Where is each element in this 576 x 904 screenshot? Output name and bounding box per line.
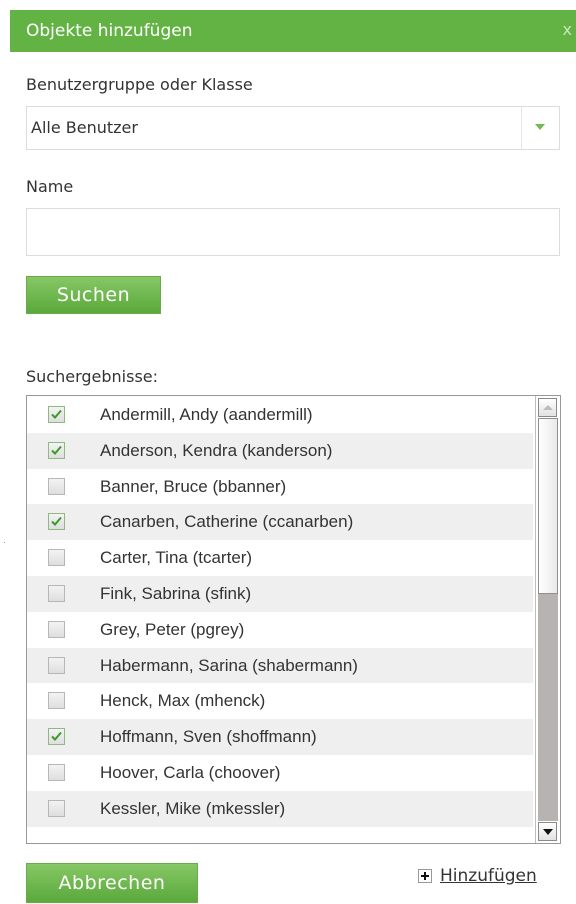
list-item-label: Hoffmann, Sven (shoffmann) xyxy=(100,727,317,747)
list-item[interactable]: Banner, Bruce (bbanner) xyxy=(27,469,533,505)
scrollbar-thumb[interactable] xyxy=(538,418,558,594)
list-item[interactable]: Canarben, Catherine (ccanarben) xyxy=(27,504,533,541)
list-item-label: Henck, Max (mhenck) xyxy=(100,691,266,711)
list-item[interactable]: Grey, Peter (pgrey) xyxy=(27,612,533,648)
name-field-label: Name xyxy=(26,177,74,196)
list-item[interactable]: Hoover, Carla (choover) xyxy=(27,755,533,791)
group-select[interactable]: Alle Benutzer xyxy=(26,106,560,150)
checkbox[interactable] xyxy=(48,764,65,781)
group-field-label: Benutzergruppe oder Klasse xyxy=(26,75,253,94)
list-item[interactable]: Andermill, Andy (aandermill) xyxy=(27,397,533,433)
checkbox-checked[interactable] xyxy=(48,441,65,459)
checkbox[interactable] xyxy=(48,477,65,495)
list-item[interactable]: Carter, Tina (tcarter) xyxy=(27,540,533,576)
list-item[interactable]: Fink, Sabrina (sfink) xyxy=(27,576,533,612)
add-objects-dialog: Objekte hinzufügen x Benutzergruppe oder… xyxy=(10,10,576,904)
checkmark-icon xyxy=(51,409,62,419)
checkbox-checked[interactable] xyxy=(48,728,65,746)
list-item[interactable]: Henck, Max (mhenck) xyxy=(27,683,533,719)
list-item-label: Hoover, Carla (choover) xyxy=(100,763,281,782)
checkbox-checked[interactable] xyxy=(48,513,65,531)
close-icon[interactable]: x xyxy=(563,20,572,40)
name-input[interactable] xyxy=(26,208,560,256)
results-scrollbar[interactable] xyxy=(535,396,560,843)
checkbox[interactable] xyxy=(48,620,65,638)
list-item-label: Fink, Sabrina (sfink) xyxy=(100,584,252,603)
list-item-label: Habermann, Sarina (shabermann) xyxy=(100,655,358,675)
list-item-label: Andermill, Andy (aandermill) xyxy=(100,405,313,424)
scroll-down-button[interactable] xyxy=(538,822,557,841)
checkmark-icon xyxy=(51,517,62,527)
results-list[interactable]: Andermill, Andy (aandermill) Anderson, Ke… xyxy=(26,395,561,844)
list-item[interactable]: Hoffmann, Sven (shoffmann) xyxy=(27,719,533,755)
list-item-label: Kessler, Mike (mkessler) xyxy=(100,798,286,818)
list-item-label: Grey, Peter (pgrey) xyxy=(100,619,245,639)
checkbox[interactable] xyxy=(48,692,65,710)
add-link-label[interactable]: Hinzufügen xyxy=(440,865,537,887)
checkmark-icon xyxy=(51,732,62,742)
group-select-toggle[interactable] xyxy=(521,107,559,149)
checkbox[interactable] xyxy=(48,656,65,674)
checkbox[interactable] xyxy=(48,585,65,602)
search-button[interactable]: Suchen xyxy=(26,276,161,314)
plus-icon xyxy=(418,869,432,883)
list-item-label: Carter, Tina (tcarter) xyxy=(100,548,253,568)
checkbox[interactable] xyxy=(48,549,65,567)
dialog-title: Objekte hinzufügen xyxy=(26,21,193,41)
checkmark-icon xyxy=(51,445,62,455)
scroll-up-button[interactable] xyxy=(538,398,557,417)
cancel-button[interactable]: Abbrechen xyxy=(26,863,198,903)
arrow-down-icon xyxy=(543,829,553,835)
list-item-label: Anderson, Kendra (kanderson) xyxy=(100,440,333,460)
checkbox-checked[interactable] xyxy=(48,406,65,423)
arrow-up-icon xyxy=(543,405,553,410)
page-dot xyxy=(4,542,5,543)
list-item-label: Canarben, Catherine (ccanarben) xyxy=(100,512,354,532)
dialog-titlebar[interactable]: Objekte hinzufügen x xyxy=(10,10,576,52)
group-select-value: Alle Benutzer xyxy=(31,118,138,137)
list-item[interactable]: Kessler, Mike (mkessler) xyxy=(27,790,533,827)
chevron-down-icon xyxy=(535,124,545,130)
list-item-label: Banner, Bruce (bbanner) xyxy=(100,476,287,496)
results-label: Suchergebnisse: xyxy=(26,367,159,386)
checkbox[interactable] xyxy=(48,799,65,817)
list-item[interactable]: Anderson, Kendra (kanderson) xyxy=(27,432,533,469)
list-item[interactable]: Habermann, Sarina (shabermann) xyxy=(27,647,533,684)
